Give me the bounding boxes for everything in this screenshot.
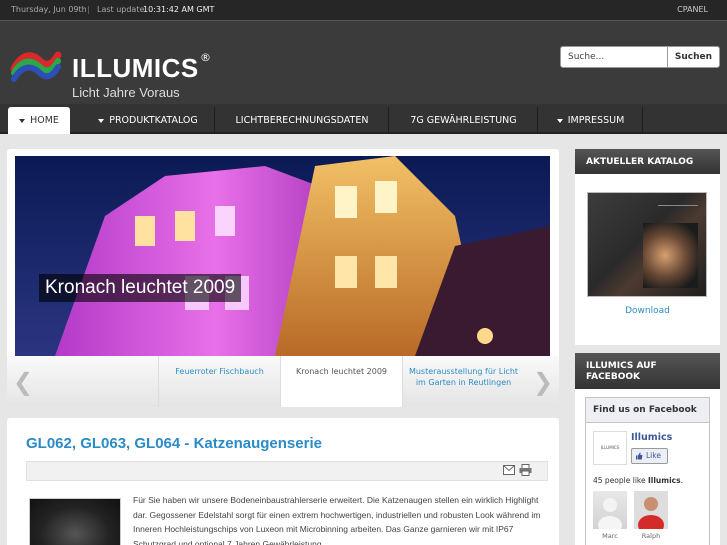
- cpanel-link[interactable]: CPANEL: [677, 5, 708, 14]
- chevron-down-icon: [19, 118, 26, 123]
- facebook-find-us[interactable]: Find us on Facebook: [586, 398, 709, 423]
- facebook-box: Find us on Facebook ILLUMICS Illumics Li…: [575, 389, 720, 545]
- current-date: Thursday, Jun 09th: [11, 5, 87, 14]
- logo-mark-icon: [10, 51, 62, 82]
- site-header: ILLUMICS ® Licht Jahre Voraus Suche... S…: [0, 20, 727, 104]
- chevron-down-icon: [556, 118, 563, 123]
- avatar-icon: [598, 498, 622, 534]
- slide-image[interactable]: Kronach leuchtet 2009: [15, 156, 550, 356]
- facebook-page-name[interactable]: Illumics: [631, 432, 672, 443]
- facebook-like-label: Like: [646, 451, 661, 460]
- brand-tagline: Licht Jahre Voraus: [72, 85, 180, 100]
- last-update-label: Last update: [97, 5, 145, 14]
- facebook-like-count-prefix: 45 people like: [593, 476, 646, 485]
- article-body: Für Sie haben wir unsere Bodeneinbaustra…: [133, 495, 541, 545]
- facebook-fan-name[interactable]: Ralph: [634, 532, 668, 540]
- thumbs-up-icon: [636, 452, 643, 460]
- site-logo[interactable]: ILLUMICS ® Licht Jahre Voraus: [10, 35, 211, 100]
- slide-caption: Kronach leuchtet 2009: [39, 274, 242, 302]
- top-info-bar: Thursday, Jun 09th | Last update 10:31:4…: [0, 0, 727, 20]
- facebook-like-count-suffix: .: [680, 476, 683, 485]
- search-button[interactable]: Suchen: [667, 46, 720, 68]
- nav-item-home[interactable]: HOME: [8, 107, 70, 134]
- article-thumbnail: [29, 498, 121, 545]
- catalog-download-link[interactable]: Download: [575, 306, 720, 316]
- catalog-interior-photo: [643, 223, 698, 288]
- facebook-page-logo[interactable]: ILLUMICS: [593, 431, 627, 465]
- nav-item-label: LICHTBERECHNUNGSDATEN: [235, 115, 369, 126]
- nav-item-impressum[interactable]: IMPRESSUM: [539, 107, 643, 134]
- facebook-heading: ILLUMICS AUF FACEBOOK: [571, 353, 720, 389]
- facebook-fan-avatar[interactable]: [634, 491, 668, 535]
- nav-item-label: PRODUKTKATALOG: [109, 115, 198, 126]
- registered-mark: ®: [200, 51, 211, 64]
- catalog-box: Download: [575, 174, 720, 345]
- chevron-left-icon[interactable]: ❮: [13, 368, 33, 396]
- catalog-cover-image[interactable]: [587, 192, 707, 297]
- nav-item-lichtberechnungsdaten[interactable]: LICHTBERECHNUNGSDATEN: [216, 107, 389, 134]
- chevron-down-icon: [98, 118, 105, 123]
- article-toolbar: [26, 461, 548, 481]
- slider-thumb[interactable]: Feuerroter Fischbauch: [158, 356, 280, 407]
- slider-thumb-active[interactable]: Kronach leuchtet 2009: [280, 356, 402, 407]
- illuminated-building-image: [15, 156, 550, 356]
- avatar-icon: [638, 497, 664, 535]
- facebook-like-count: 45 people like Illumics.: [593, 476, 683, 485]
- facebook-like-count-name: Illumics: [647, 476, 681, 485]
- nav-item-produktkatalog[interactable]: PRODUKTKATALOG: [82, 107, 215, 134]
- nav-item-label: HOME: [30, 115, 59, 126]
- facebook-like-box: Find us on Facebook ILLUMICS Illumics Li…: [585, 397, 710, 545]
- nav-item-label: 7G GEWÄHRLEISTUNG: [410, 115, 517, 126]
- facebook-fan-name[interactable]: Marc: [593, 532, 627, 540]
- nav-item-label: IMPRESSUM: [567, 115, 625, 126]
- slider-thumbnails: ❮ Feuerroter Fischbauch Kronach leuchtet…: [7, 356, 559, 407]
- print-icon[interactable]: [519, 464, 532, 476]
- facebook-fan-avatar[interactable]: [593, 491, 627, 534]
- mail-icon[interactable]: [503, 465, 515, 475]
- brand-name: ILLUMICS: [72, 53, 199, 83]
- facebook-like-button[interactable]: Like: [631, 448, 668, 464]
- article-title[interactable]: GL062, GL063, GL064 - Katzenaugenserie: [26, 435, 322, 452]
- last-update-time: 10:31:42 AM GMT: [143, 5, 215, 14]
- chevron-right-icon[interactable]: ❯: [533, 368, 553, 396]
- catalog-logo-mark: [658, 205, 698, 211]
- slider-thumb[interactable]: Musterausstellung für Licht im Garten in…: [402, 356, 524, 407]
- topbar-separator: |: [87, 5, 90, 14]
- image-slider: Kronach leuchtet 2009 ❮ Feuerroter Fisch…: [7, 149, 559, 407]
- nav-item-gewaehrleistung[interactable]: 7G GEWÄHRLEISTUNG: [390, 107, 538, 134]
- article-card: GL062, GL063, GL064 - Katzenaugenserie F…: [7, 418, 559, 545]
- main-nav: HOME PRODUKTKATALOG LICHTBERECHNUNGSDATE…: [0, 104, 727, 134]
- catalog-heading: AKTUELLER KATALOG: [571, 149, 720, 174]
- search-input[interactable]: Suche...: [560, 46, 668, 68]
